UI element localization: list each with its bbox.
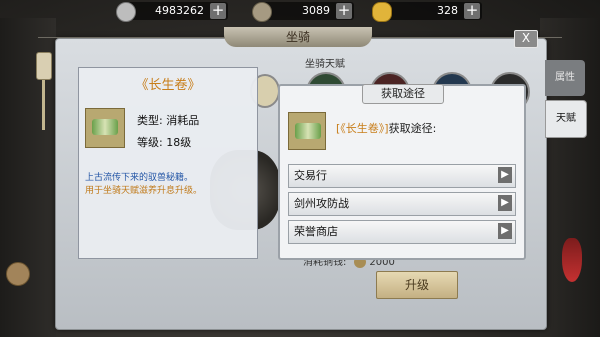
currency-value: 3089	[302, 4, 330, 17]
tab-talent[interactable]: 天赋	[545, 100, 587, 138]
gold-ingot-icon	[372, 2, 392, 22]
source-button-honor-shop[interactable]: 荣誉商店 ▶	[288, 220, 516, 244]
source-label: 荣誉商店	[294, 225, 338, 238]
source-label: 交易行	[294, 169, 327, 182]
lantern-tassel	[42, 80, 45, 130]
window-title: 坐骑	[224, 27, 372, 47]
add-currency-button[interactable]: +	[336, 3, 352, 19]
copper-coin-icon	[252, 2, 272, 22]
upgrade-button[interactable]: 升级	[376, 271, 458, 299]
talent-header: 坐骑天赋	[305, 59, 345, 70]
item-level: 等级: 18级	[137, 136, 192, 149]
tab-attributes[interactable]: 属性	[545, 60, 585, 96]
title-divider	[38, 37, 224, 38]
acquire-item-name: [《长生卷》]	[336, 122, 389, 135]
chevron-right-icon: ▶	[498, 167, 512, 183]
acquire-line: [《长生卷》]获取途径:	[336, 120, 436, 136]
currency-silver: 4983262 +	[116, 2, 228, 22]
acquire-popup: 获取途径 [《长生卷》]获取途径: 交易行 ▶ 剑州攻防战 ▶ 荣誉商店 ▶	[278, 84, 526, 260]
window-titlebar: 坐骑	[38, 27, 562, 47]
currency-bar: 4983262 + 3089 + 328 +	[0, 0, 600, 22]
add-currency-button[interactable]: +	[464, 3, 480, 19]
item-usage: 用于坐骑天赋滋养升息升级。	[85, 186, 203, 196]
scroll-icon	[288, 112, 326, 150]
item-tooltip: 《长生卷》 类型: 消耗品 等级: 18级 上古流传下来的驭兽秘籍。 用于坐骑天…	[78, 67, 258, 259]
red-tassel-icon	[562, 238, 582, 282]
acquire-title: 获取途径	[362, 84, 444, 104]
source-label: 剑州攻防战	[294, 197, 349, 210]
avatar[interactable]	[6, 262, 30, 286]
item-type: 类型: 消耗品	[137, 114, 200, 127]
currency-value: 328	[437, 4, 458, 17]
currency-value: 4983262	[155, 4, 204, 17]
scroll-icon	[85, 108, 125, 148]
item-description: 上古流传下来的驭兽秘籍。	[85, 173, 194, 183]
source-button-trading[interactable]: 交易行 ▶	[288, 164, 516, 188]
scroll-glyph	[92, 119, 118, 135]
source-button-siege[interactable]: 剑州攻防战 ▶	[288, 192, 516, 216]
scroll-glyph	[295, 123, 321, 139]
acquire-suffix: 获取途径:	[388, 122, 437, 135]
add-currency-button[interactable]: +	[210, 3, 226, 19]
currency-copper: 3089 +	[252, 2, 354, 22]
close-button[interactable]: X	[514, 30, 538, 48]
item-name: 《长生卷》	[135, 78, 201, 93]
chevron-right-icon: ▶	[498, 195, 512, 211]
lantern-icon	[36, 52, 52, 80]
currency-gold: 328 +	[372, 2, 482, 22]
chevron-right-icon: ▶	[498, 223, 512, 239]
silver-coin-icon	[116, 2, 136, 22]
